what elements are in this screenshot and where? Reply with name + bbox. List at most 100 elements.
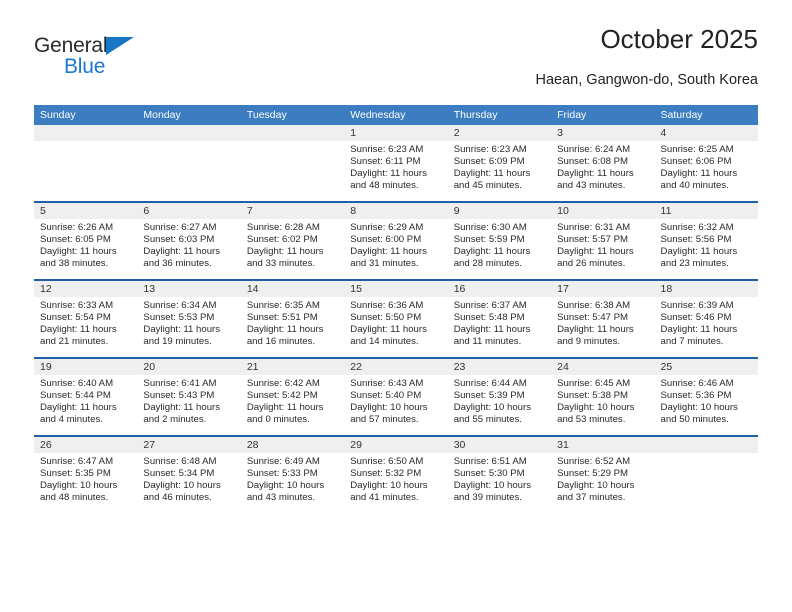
sunrise-text: Sunrise: 6:37 AM xyxy=(453,300,527,311)
day-cell[interactable]: Sunrise: 6:36 AM Sunset: 5:50 PM Dayligh… xyxy=(344,297,447,357)
day-cell[interactable]: Sunrise: 6:29 AM Sunset: 6:00 PM Dayligh… xyxy=(344,219,447,279)
daylight-text-line1: Daylight: 11 hours xyxy=(453,324,531,336)
calendar-week-row: 1 2 3 4 Sunrise: 6:23 AM Sunset: 6:11 PM… xyxy=(34,125,758,203)
day-cell[interactable]: Sunrise: 6:49 AM Sunset: 5:33 PM Dayligh… xyxy=(241,453,344,513)
day-number[interactable]: 18 xyxy=(655,281,758,297)
day-cell[interactable]: Sunrise: 6:28 AM Sunset: 6:02 PM Dayligh… xyxy=(241,219,344,279)
day-cell[interactable]: Sunrise: 6:42 AM Sunset: 5:42 PM Dayligh… xyxy=(241,375,344,435)
sunset-text: Sunset: 5:46 PM xyxy=(660,312,732,324)
sunset-text: Sunset: 5:47 PM xyxy=(557,312,629,324)
day-cell[interactable]: Sunrise: 6:32 AM Sunset: 5:56 PM Dayligh… xyxy=(655,219,758,279)
day-cell[interactable]: Sunrise: 6:31 AM Sunset: 5:57 PM Dayligh… xyxy=(551,219,654,279)
day-number[interactable]: 30 xyxy=(448,437,551,453)
day-cell[interactable]: Sunrise: 6:24 AM Sunset: 6:08 PM Dayligh… xyxy=(551,141,654,201)
day-cell[interactable]: Sunrise: 6:48 AM Sunset: 5:34 PM Dayligh… xyxy=(137,453,240,513)
page-header: General Blue October 2025 Haean, Gangwon… xyxy=(34,24,758,96)
day-number[interactable]: 28 xyxy=(241,437,344,453)
day-number[interactable]: 10 xyxy=(551,203,654,219)
day-cell[interactable]: Sunrise: 6:37 AM Sunset: 5:48 PM Dayligh… xyxy=(448,297,551,357)
day-cell[interactable]: Sunrise: 6:41 AM Sunset: 5:43 PM Dayligh… xyxy=(137,375,240,435)
sunrise-text: Sunrise: 6:35 AM xyxy=(246,300,320,311)
day-number[interactable]: 17 xyxy=(551,281,654,297)
day-cell[interactable]: Sunrise: 6:34 AM Sunset: 5:53 PM Dayligh… xyxy=(137,297,240,357)
logo-triangle-icon xyxy=(106,37,134,55)
day-number[interactable]: 7 xyxy=(241,203,344,219)
day-number[interactable]: 1 xyxy=(344,125,447,141)
day-cell[interactable]: Sunrise: 6:23 AM Sunset: 6:11 PM Dayligh… xyxy=(344,141,447,201)
day-cell[interactable]: Sunrise: 6:25 AM Sunset: 6:06 PM Dayligh… xyxy=(655,141,758,201)
day-number[interactable]: 8 xyxy=(344,203,447,219)
day-cell[interactable]: Sunrise: 6:43 AM Sunset: 5:40 PM Dayligh… xyxy=(344,375,447,435)
day-number[interactable]: 12 xyxy=(34,281,137,297)
day-number[interactable]: 21 xyxy=(241,359,344,375)
day-number[interactable]: 31 xyxy=(551,437,654,453)
day-cell[interactable]: Sunrise: 6:50 AM Sunset: 5:32 PM Dayligh… xyxy=(344,453,447,513)
sunset-text: Sunset: 5:48 PM xyxy=(453,312,525,324)
day-number[interactable] xyxy=(137,125,240,141)
day-number[interactable] xyxy=(34,125,137,141)
location-subtitle: Haean, Gangwon-do, South Korea xyxy=(535,72,758,88)
daylight-text-line2: and 48 minutes. xyxy=(40,492,109,504)
day-number[interactable] xyxy=(241,125,344,141)
day-cell[interactable]: Sunrise: 6:47 AM Sunset: 5:35 PM Dayligh… xyxy=(34,453,137,513)
day-cell[interactable]: Sunrise: 6:45 AM Sunset: 5:38 PM Dayligh… xyxy=(551,375,654,435)
week-daynumber-band: 19 20 21 22 23 24 25 xyxy=(34,359,758,375)
day-number[interactable]: 26 xyxy=(34,437,137,453)
day-cell[interactable]: Sunrise: 6:33 AM Sunset: 5:54 PM Dayligh… xyxy=(34,297,137,357)
calendar-week-row: 5 6 7 8 9 10 11 Sunrise: 6:26 AM Sunset:… xyxy=(34,203,758,281)
daylight-text-line2: and 55 minutes. xyxy=(453,414,522,426)
daylight-text-line1: Daylight: 11 hours xyxy=(40,402,117,414)
day-number[interactable]: 13 xyxy=(137,281,240,297)
sunset-text: Sunset: 6:06 PM xyxy=(660,156,732,168)
logo-text-blue: Blue xyxy=(64,55,106,78)
day-number[interactable]: 23 xyxy=(448,359,551,375)
day-cell[interactable]: Sunrise: 6:27 AM Sunset: 6:03 PM Dayligh… xyxy=(137,219,240,279)
sunrise-text: Sunrise: 6:24 AM xyxy=(557,144,631,155)
day-cell[interactable]: Sunrise: 6:26 AM Sunset: 6:05 PM Dayligh… xyxy=(34,219,137,279)
day-number[interactable]: 11 xyxy=(655,203,758,219)
sunrise-text: Sunrise: 6:30 AM xyxy=(453,222,527,233)
sunset-text: Sunset: 5:54 PM xyxy=(40,312,111,324)
daylight-text-line2: and 46 minutes. xyxy=(143,492,212,504)
day-number[interactable]: 4 xyxy=(655,125,758,141)
day-number[interactable]: 9 xyxy=(448,203,551,219)
day-number[interactable]: 14 xyxy=(241,281,344,297)
sunset-text: Sunset: 5:44 PM xyxy=(40,390,111,402)
day-number[interactable] xyxy=(655,437,758,453)
day-cell[interactable]: Sunrise: 6:44 AM Sunset: 5:39 PM Dayligh… xyxy=(448,375,551,435)
day-number[interactable]: 25 xyxy=(655,359,758,375)
day-cell[interactable]: Sunrise: 6:51 AM Sunset: 5:30 PM Dayligh… xyxy=(448,453,551,513)
day-number[interactable]: 2 xyxy=(448,125,551,141)
daylight-text-line2: and 39 minutes. xyxy=(453,492,522,504)
day-number[interactable]: 20 xyxy=(137,359,240,375)
day-cell[interactable]: Sunrise: 6:38 AM Sunset: 5:47 PM Dayligh… xyxy=(551,297,654,357)
day-cell[interactable]: Sunrise: 6:23 AM Sunset: 6:09 PM Dayligh… xyxy=(448,141,551,201)
day-number[interactable]: 29 xyxy=(344,437,447,453)
sunset-text: Sunset: 5:42 PM xyxy=(246,390,318,402)
day-number[interactable]: 5 xyxy=(34,203,137,219)
day-number[interactable]: 16 xyxy=(448,281,551,297)
day-cell[interactable]: Sunrise: 6:46 AM Sunset: 5:36 PM Dayligh… xyxy=(655,375,758,435)
day-cell[interactable]: Sunrise: 6:35 AM Sunset: 5:51 PM Dayligh… xyxy=(241,297,344,357)
sunrise-text: Sunrise: 6:32 AM xyxy=(660,222,734,233)
daylight-text-line1: Daylight: 11 hours xyxy=(246,402,324,414)
day-number[interactable]: 3 xyxy=(551,125,654,141)
week-daynumber-band: 12 13 14 15 16 17 18 xyxy=(34,281,758,297)
daylight-text-line2: and 2 minutes. xyxy=(143,414,207,426)
day-cell[interactable]: Sunrise: 6:30 AM Sunset: 5:59 PM Dayligh… xyxy=(448,219,551,279)
daylight-text-line2: and 14 minutes. xyxy=(350,336,419,348)
sunrise-text: Sunrise: 6:49 AM xyxy=(246,456,320,467)
day-cell[interactable]: Sunrise: 6:39 AM Sunset: 5:46 PM Dayligh… xyxy=(655,297,758,357)
sunrise-text: Sunrise: 6:36 AM xyxy=(350,300,424,311)
day-cell[interactable]: Sunrise: 6:40 AM Sunset: 5:44 PM Dayligh… xyxy=(34,375,137,435)
day-number[interactable]: 27 xyxy=(137,437,240,453)
day-number[interactable]: 24 xyxy=(551,359,654,375)
week-daynumber-band: 1 2 3 4 xyxy=(34,125,758,141)
day-cell[interactable]: Sunrise: 6:52 AM Sunset: 5:29 PM Dayligh… xyxy=(551,453,654,513)
day-number[interactable]: 15 xyxy=(344,281,447,297)
day-number[interactable]: 19 xyxy=(34,359,137,375)
sunset-text: Sunset: 5:29 PM xyxy=(557,468,629,480)
day-number[interactable]: 22 xyxy=(344,359,447,375)
day-number[interactable]: 6 xyxy=(137,203,240,219)
sunset-text: Sunset: 5:35 PM xyxy=(40,468,111,480)
